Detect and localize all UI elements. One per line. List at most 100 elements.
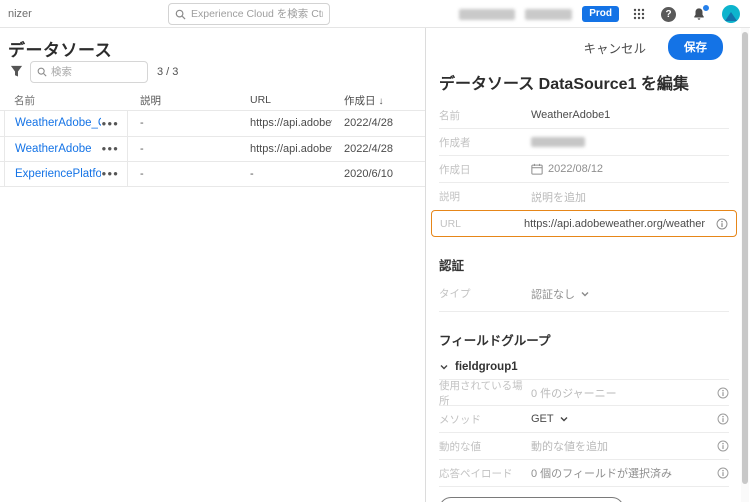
more-actions-icon[interactable]: ●●●: [102, 144, 120, 153]
calendar-icon: [531, 163, 543, 175]
global-search[interactable]: [168, 3, 330, 25]
chevron-down-icon: [440, 365, 448, 370]
env-badge[interactable]: Prod: [582, 6, 619, 22]
info-icon[interactable]: [717, 467, 729, 479]
datasource-list-page: データソース 3 / 3 名前 説明 URL 作成日↓: [0, 28, 425, 502]
column-header-created[interactable]: 作成日 ↓: [332, 93, 425, 108]
cancel-button[interactable]: キャンセル: [583, 38, 646, 57]
field-row-name: 名前 WeatherAdobe1: [439, 102, 729, 129]
filter-icon[interactable]: [10, 65, 23, 78]
panel-scrollbar-track[interactable]: [741, 28, 749, 502]
used-value: 0 件のジャーニー: [531, 387, 617, 400]
cell-url: https://api.adobeweathe: [250, 142, 332, 155]
field-label: 作成者: [439, 136, 471, 149]
column-header-name[interactable]: 名前: [4, 90, 128, 110]
url-value[interactable]: https://api.adobeweather.org/weather: [524, 218, 705, 230]
sort-desc-icon: ↓: [378, 95, 384, 107]
chevron-down-icon: [581, 291, 589, 296]
field-row-description: 説明 説明を追加: [439, 183, 729, 210]
column-header-description[interactable]: 説明: [128, 93, 238, 108]
page-title: データソース: [8, 41, 113, 60]
org-name-redacted[interactable]: [459, 8, 516, 20]
dynamic-value-placeholder[interactable]: 動的な値を追加: [531, 438, 608, 454]
field-label: 動的な値: [439, 440, 481, 453]
datasource-link[interactable]: WeatherAdobe: [15, 143, 92, 155]
table-header: 名前 説明 URL 作成日 ↓: [0, 90, 425, 110]
description-placeholder[interactable]: 説明を追加: [531, 189, 586, 205]
cell-created: 2020/6/10: [344, 167, 393, 180]
payload-value[interactable]: 0 個のフィールドが選択済み: [531, 465, 672, 481]
field-label: 作成日: [439, 163, 471, 176]
cell-created: 2022/4/28: [344, 142, 393, 155]
app-logo-text: nizer: [8, 8, 32, 20]
field-label: タイプ: [439, 288, 471, 300]
notification-dot: [702, 4, 710, 12]
sandbox-name-redacted[interactable]: [525, 8, 573, 20]
field-label: メソッド: [439, 413, 481, 426]
panel-scrollbar-thumb[interactable]: [742, 32, 748, 484]
add-fieldgroup-button[interactable]: 新しいフィールドグループを追加: [439, 497, 624, 502]
column-header-url[interactable]: URL: [238, 94, 332, 106]
grid-icon: [633, 8, 645, 20]
fieldgroup-name: fieldgroup1: [455, 361, 518, 373]
table-row[interactable]: WeatherAdobe ●●● - https://api.adobeweat…: [0, 135, 425, 161]
fieldgroup-expander[interactable]: fieldgroup1: [439, 355, 729, 379]
field-row-used: 使用されている場所 0 件のジャーニー: [439, 379, 729, 407]
search-icon: [37, 67, 47, 77]
creator-value-redacted: [531, 137, 585, 147]
datasource-link[interactable]: WeatherAdobe_Copy: [15, 117, 101, 129]
list-search-input[interactable]: [51, 66, 141, 78]
datasource-table: 名前 説明 URL 作成日↓ WeatherAdobe_Copy ●●● - h…: [0, 90, 425, 187]
info-icon[interactable]: [717, 440, 729, 452]
field-row-auth-type: タイプ 認証なし: [439, 280, 729, 307]
field-label: 説明: [439, 191, 460, 203]
method-value: GET: [531, 413, 554, 425]
search-icon: [175, 9, 186, 20]
table-row[interactable]: ExperiencePlatform ●●● - - 2020/6/10: [0, 161, 425, 187]
fieldgroups-section-title: フィールドグループ: [439, 334, 551, 348]
table-row[interactable]: WeatherAdobe_Copy ●●● - https://api.adob…: [0, 110, 425, 136]
cell-created: 2022/4/28: [344, 117, 393, 130]
results-count: 3 / 3: [157, 66, 179, 78]
edit-form: 名前 WeatherAdobe1 作成者 作成日 2022/08/12 説明 説…: [431, 102, 737, 502]
edit-datasource-panel: キャンセル 保存 データソース DataSource1 を編集 名前 Weath…: [425, 28, 750, 502]
auth-type-value: 認証なし: [531, 288, 575, 301]
help-icon: ?: [661, 6, 676, 22]
chevron-down-icon: [560, 417, 568, 422]
save-button[interactable]: 保存: [668, 34, 723, 60]
field-row-payload: 応答ペイロード 0 個のフィールドが選択済み: [439, 460, 729, 487]
nav-right-cluster: Prod ?: [459, 0, 740, 28]
more-actions-icon[interactable]: ●●●: [102, 119, 120, 128]
auth-section-title: 認証: [439, 259, 465, 273]
field-row-creator: 作成者: [439, 129, 729, 156]
more-actions-icon[interactable]: ●●●: [102, 169, 120, 178]
section-divider: [439, 311, 729, 312]
created-date-value: 2022/08/12: [548, 163, 604, 175]
cell-description: -: [140, 142, 144, 155]
panel-actions: キャンセル 保存: [583, 34, 723, 60]
help-button[interactable]: ?: [661, 6, 676, 22]
global-search-input[interactable]: [191, 8, 323, 20]
list-search[interactable]: [30, 61, 148, 83]
info-icon[interactable]: [716, 218, 728, 230]
method-dropdown[interactable]: GET: [531, 413, 569, 425]
user-avatar[interactable]: [722, 5, 740, 23]
app-switcher-button[interactable]: [633, 8, 645, 20]
panel-title: データソース DataSource1 を編集: [439, 76, 689, 93]
field-label: 使用されている場所: [439, 379, 523, 407]
column-header-created-label: 作成日: [344, 94, 376, 107]
field-label: URL: [440, 217, 462, 230]
cell-url: -: [250, 167, 254, 180]
auth-type-dropdown[interactable]: 認証なし: [531, 286, 590, 302]
url-field-highlighted[interactable]: URL https://api.adobeweather.org/weather: [431, 210, 737, 237]
field-row-created: 作成日 2022/08/12: [439, 156, 729, 183]
info-icon[interactable]: [717, 413, 729, 425]
field-row-dynamic: 動的な値 動的な値を追加: [439, 433, 729, 460]
notifications-button[interactable]: [692, 4, 710, 21]
cell-description: -: [140, 167, 144, 180]
datasource-link[interactable]: ExperiencePlatform: [15, 168, 101, 180]
name-value[interactable]: WeatherAdobe1: [531, 109, 610, 121]
cell-url: https://api.adobeweathe: [250, 117, 332, 130]
top-nav: nizer Prod ?: [0, 0, 750, 28]
info-icon[interactable]: [717, 387, 729, 399]
